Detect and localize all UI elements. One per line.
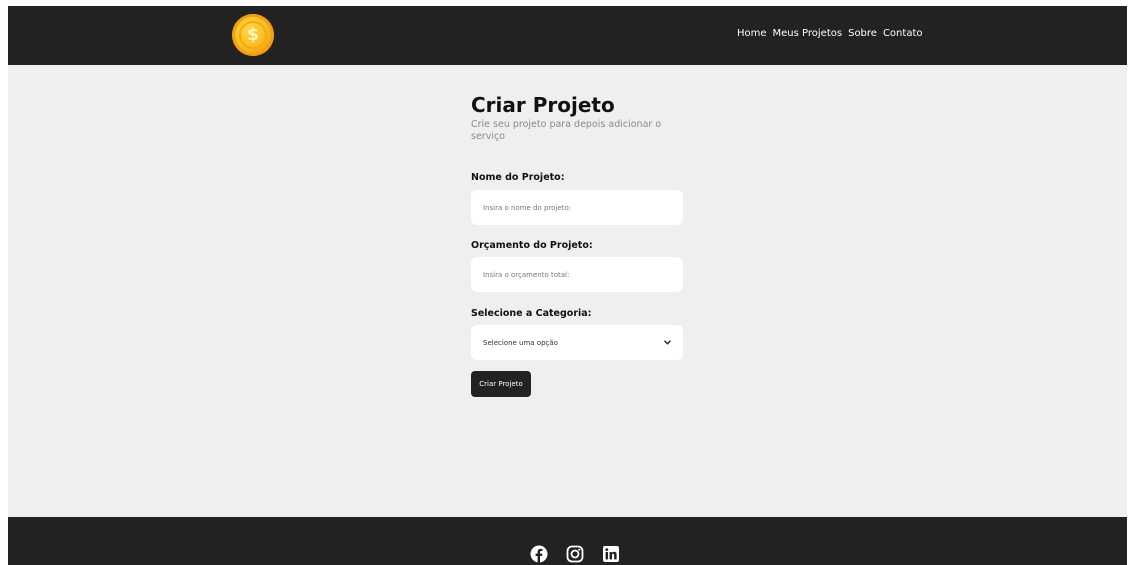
- facebook-icon[interactable]: [530, 545, 548, 563]
- create-project-button[interactable]: Criar Projeto: [471, 371, 531, 397]
- create-project-form: Criar Projeto Crie seu projeto para depo…: [471, 92, 685, 397]
- page-subtitle: Crie seu projeto para depois adicionar o…: [471, 119, 662, 142]
- nav-link-home[interactable]: Home: [737, 28, 767, 39]
- page-title: Criar Projeto: [471, 93, 615, 117]
- project-budget-label: Orçamento do Projeto:: [471, 240, 593, 251]
- project-name-label: Nome do Projeto:: [471, 172, 565, 183]
- footer: [8, 517, 1127, 565]
- nav-link-sobre[interactable]: Sobre: [848, 28, 877, 39]
- category-label: Selecione a Categoria:: [471, 308, 592, 319]
- instagram-icon[interactable]: [566, 545, 584, 563]
- linkedin-icon[interactable]: [602, 545, 620, 563]
- nav-link-contato[interactable]: Contato: [883, 28, 923, 39]
- chevron-down-icon: [664, 338, 671, 347]
- page-frame: $ Home Meus Projetos Sobre Contato Criar…: [8, 6, 1127, 565]
- nav-link-meus-projetos[interactable]: Meus Projetos: [773, 28, 843, 39]
- category-select[interactable]: Selecione uma opção: [471, 325, 683, 360]
- logo-symbol: $: [239, 21, 267, 49]
- project-name-placeholder: Insira o nome do projeto:: [483, 203, 572, 212]
- project-budget-placeholder: Insira o orçamento total:: [483, 270, 570, 279]
- project-name-input[interactable]: Insira o nome do projeto:: [471, 190, 683, 225]
- navbar: $ Home Meus Projetos Sobre Contato: [8, 6, 1127, 65]
- nav-links: Home Meus Projetos Sobre Contato: [737, 28, 922, 39]
- project-budget-input[interactable]: Insira o orçamento total:: [471, 257, 683, 292]
- dollar-coin-icon[interactable]: $: [232, 14, 274, 56]
- category-selected-value: Selecione uma opção: [483, 338, 558, 347]
- social-links: [530, 545, 620, 563]
